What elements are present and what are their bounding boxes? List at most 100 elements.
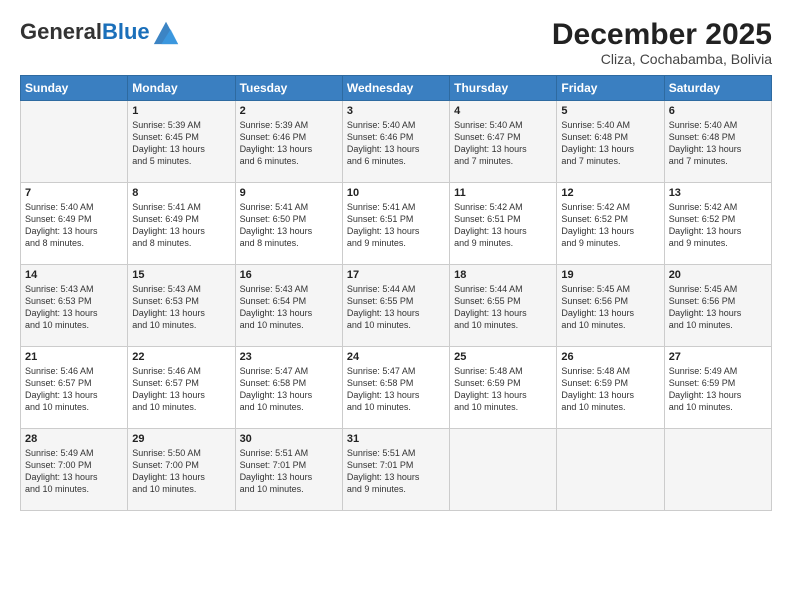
logo-text: GeneralBlue xyxy=(20,20,150,44)
calendar-cell: 16 Sunrise: 5:43 AM Sunset: 6:54 PM Dayli… xyxy=(235,265,342,347)
calendar-cell: 10Sunrise: 5:41 AM Sunset: 6:51 PM Dayli… xyxy=(342,183,449,265)
calendar-header: SundayMondayTuesdayWednesdayThursdayFrid… xyxy=(21,76,772,101)
day-number: 9 xyxy=(240,187,338,199)
day-number: 31 xyxy=(347,433,445,445)
day-number: 25 xyxy=(454,351,552,363)
cell-content: Sunrise: 5:40 AM Sunset: 6:47 PM Dayligh… xyxy=(454,119,552,168)
cell-content: Sunrise: 5:48 AM Sunset: 6:59 PM Dayligh… xyxy=(561,365,659,414)
calendar-week-4: 21 Sunrise: 5:46 AM Sunset: 6:57 PM Dayli… xyxy=(21,347,772,429)
day-number: 15 xyxy=(132,269,230,281)
calendar-cell: 9 Sunrise: 5:41 AM Sunset: 6:50 PM Daylig… xyxy=(235,183,342,265)
calendar-cell: 20Sunrise: 5:45 AM Sunset: 6:56 PM Dayli… xyxy=(664,265,771,347)
calendar-cell: 22Sunrise: 5:46 AM Sunset: 6:57 PM Dayli… xyxy=(128,347,235,429)
calendar-cell: 7Sunrise: 5:40 AM Sunset: 6:49 PM Daylig… xyxy=(21,183,128,265)
cell-content: Sunrise: 5:51 AM Sunset: 7:01 PM Dayligh… xyxy=(347,447,445,496)
cell-content: Sunrise: 5:51 AM Sunset: 7:01 PM Dayligh… xyxy=(240,447,338,496)
calendar-cell: 19Sunrise: 5:45 AM Sunset: 6:56 PM Dayli… xyxy=(557,265,664,347)
cell-content: Sunrise: 5:46 AM Sunset: 6:57 PM Dayligh… xyxy=(25,365,123,414)
calendar-week-3: 14Sunrise: 5:43 AM Sunset: 6:53 PM Dayli… xyxy=(21,265,772,347)
calendar-cell: 31 Sunrise: 5:51 AM Sunset: 7:01 PM Dayli… xyxy=(342,429,449,511)
calendar-cell: 23 Sunrise: 5:47 AM Sunset: 6:58 PM Dayli… xyxy=(235,347,342,429)
day-number: 29 xyxy=(132,433,230,445)
cell-content: Sunrise: 5:47 AM Sunset: 6:58 PM Dayligh… xyxy=(240,365,338,414)
cell-content: Sunrise: 5:40 AM Sunset: 6:48 PM Dayligh… xyxy=(561,119,659,168)
cell-content: Sunrise: 5:42 AM Sunset: 6:51 PM Dayligh… xyxy=(454,201,552,250)
cell-content: Sunrise: 5:45 AM Sunset: 6:56 PM Dayligh… xyxy=(669,283,767,332)
day-number: 30 xyxy=(240,433,338,445)
cell-content: Sunrise: 5:40 AM Sunset: 6:49 PM Dayligh… xyxy=(25,201,123,250)
calendar-cell: 11 Sunrise: 5:42 AM Sunset: 6:51 PM Dayli… xyxy=(450,183,557,265)
day-number: 24 xyxy=(347,351,445,363)
header-day-thursday: Thursday xyxy=(450,76,557,101)
day-number: 16 xyxy=(240,269,338,281)
cell-content: Sunrise: 5:43 AM Sunset: 6:53 PM Dayligh… xyxy=(25,283,123,332)
calendar-week-5: 28 Sunrise: 5:49 AM Sunset: 7:00 PM Dayli… xyxy=(21,429,772,511)
calendar-cell: 27Sunrise: 5:49 AM Sunset: 6:59 PM Dayli… xyxy=(664,347,771,429)
day-number: 8 xyxy=(132,187,230,199)
calendar-cell: 26Sunrise: 5:48 AM Sunset: 6:59 PM Dayli… xyxy=(557,347,664,429)
title-block: December 2025 Cliza, Cochabamba, Bolivia xyxy=(552,18,772,67)
day-number: 11 xyxy=(454,187,552,199)
day-number: 12 xyxy=(561,187,659,199)
header: GeneralBlue December 2025 Cliza, Cochaba… xyxy=(20,18,772,67)
cell-content: Sunrise: 5:42 AM Sunset: 6:52 PM Dayligh… xyxy=(669,201,767,250)
calendar-cell: 30 Sunrise: 5:51 AM Sunset: 7:01 PM Dayli… xyxy=(235,429,342,511)
calendar-cell: 4 Sunrise: 5:40 AM Sunset: 6:47 PM Daylig… xyxy=(450,101,557,183)
logo-blue: Blue xyxy=(102,19,150,44)
logo-general: General xyxy=(20,19,102,44)
cell-content: Sunrise: 5:44 AM Sunset: 6:55 PM Dayligh… xyxy=(454,283,552,332)
calendar-week-1: 1 Sunrise: 5:39 AM Sunset: 6:45 PM Daylig… xyxy=(21,101,772,183)
calendar-week-2: 7Sunrise: 5:40 AM Sunset: 6:49 PM Daylig… xyxy=(21,183,772,265)
calendar-cell: 21 Sunrise: 5:46 AM Sunset: 6:57 PM Dayli… xyxy=(21,347,128,429)
cell-content: Sunrise: 5:41 AM Sunset: 6:50 PM Dayligh… xyxy=(240,201,338,250)
cell-content: Sunrise: 5:49 AM Sunset: 7:00 PM Dayligh… xyxy=(25,447,123,496)
calendar-cell: 6 Sunrise: 5:40 AM Sunset: 6:48 PM Daylig… xyxy=(664,101,771,183)
header-day-tuesday: Tuesday xyxy=(235,76,342,101)
day-number: 5 xyxy=(561,105,659,117)
day-number: 1 xyxy=(132,105,230,117)
day-number: 6 xyxy=(669,105,767,117)
calendar-cell: 17 Sunrise: 5:44 AM Sunset: 6:55 PM Dayli… xyxy=(342,265,449,347)
cell-content: Sunrise: 5:39 AM Sunset: 6:45 PM Dayligh… xyxy=(132,119,230,168)
calendar-cell: 18Sunrise: 5:44 AM Sunset: 6:55 PM Dayli… xyxy=(450,265,557,347)
calendar-table: SundayMondayTuesdayWednesdayThursdayFrid… xyxy=(20,75,772,511)
cell-content: Sunrise: 5:47 AM Sunset: 6:58 PM Dayligh… xyxy=(347,365,445,414)
header-day-monday: Monday xyxy=(128,76,235,101)
header-day-wednesday: Wednesday xyxy=(342,76,449,101)
day-number: 28 xyxy=(25,433,123,445)
cell-content: Sunrise: 5:43 AM Sunset: 6:53 PM Dayligh… xyxy=(132,283,230,332)
cell-content: Sunrise: 5:48 AM Sunset: 6:59 PM Dayligh… xyxy=(454,365,552,414)
day-number: 4 xyxy=(454,105,552,117)
day-number: 19 xyxy=(561,269,659,281)
calendar-cell: 2 Sunrise: 5:39 AM Sunset: 6:46 PM Daylig… xyxy=(235,101,342,183)
calendar-cell xyxy=(664,429,771,511)
day-number: 2 xyxy=(240,105,338,117)
cell-content: Sunrise: 5:41 AM Sunset: 6:49 PM Dayligh… xyxy=(132,201,230,250)
calendar-cell: 8 Sunrise: 5:41 AM Sunset: 6:49 PM Daylig… xyxy=(128,183,235,265)
calendar-cell: 15 Sunrise: 5:43 AM Sunset: 6:53 PM Dayli… xyxy=(128,265,235,347)
calendar-cell: 13Sunrise: 5:42 AM Sunset: 6:52 PM Dayli… xyxy=(664,183,771,265)
calendar-cell xyxy=(21,101,128,183)
day-number: 22 xyxy=(132,351,230,363)
cell-content: Sunrise: 5:39 AM Sunset: 6:46 PM Dayligh… xyxy=(240,119,338,168)
calendar-cell: 1 Sunrise: 5:39 AM Sunset: 6:45 PM Daylig… xyxy=(128,101,235,183)
logo: GeneralBlue xyxy=(20,18,180,46)
cell-content: Sunrise: 5:44 AM Sunset: 6:55 PM Dayligh… xyxy=(347,283,445,332)
calendar-cell: 3 Sunrise: 5:40 AM Sunset: 6:46 PM Daylig… xyxy=(342,101,449,183)
header-day-friday: Friday xyxy=(557,76,664,101)
cell-content: Sunrise: 5:43 AM Sunset: 6:54 PM Dayligh… xyxy=(240,283,338,332)
cell-content: Sunrise: 5:50 AM Sunset: 7:00 PM Dayligh… xyxy=(132,447,230,496)
cell-content: Sunrise: 5:40 AM Sunset: 6:46 PM Dayligh… xyxy=(347,119,445,168)
day-number: 23 xyxy=(240,351,338,363)
cell-content: Sunrise: 5:42 AM Sunset: 6:52 PM Dayligh… xyxy=(561,201,659,250)
header-day-saturday: Saturday xyxy=(664,76,771,101)
calendar-cell: 29 Sunrise: 5:50 AM Sunset: 7:00 PM Dayli… xyxy=(128,429,235,511)
calendar-cell xyxy=(557,429,664,511)
day-number: 17 xyxy=(347,269,445,281)
cell-content: Sunrise: 5:40 AM Sunset: 6:48 PM Dayligh… xyxy=(669,119,767,168)
day-number: 10 xyxy=(347,187,445,199)
main-container: GeneralBlue December 2025 Cliza, Cochaba… xyxy=(0,0,792,612)
day-number: 21 xyxy=(25,351,123,363)
calendar-cell: 14Sunrise: 5:43 AM Sunset: 6:53 PM Dayli… xyxy=(21,265,128,347)
day-number: 3 xyxy=(347,105,445,117)
